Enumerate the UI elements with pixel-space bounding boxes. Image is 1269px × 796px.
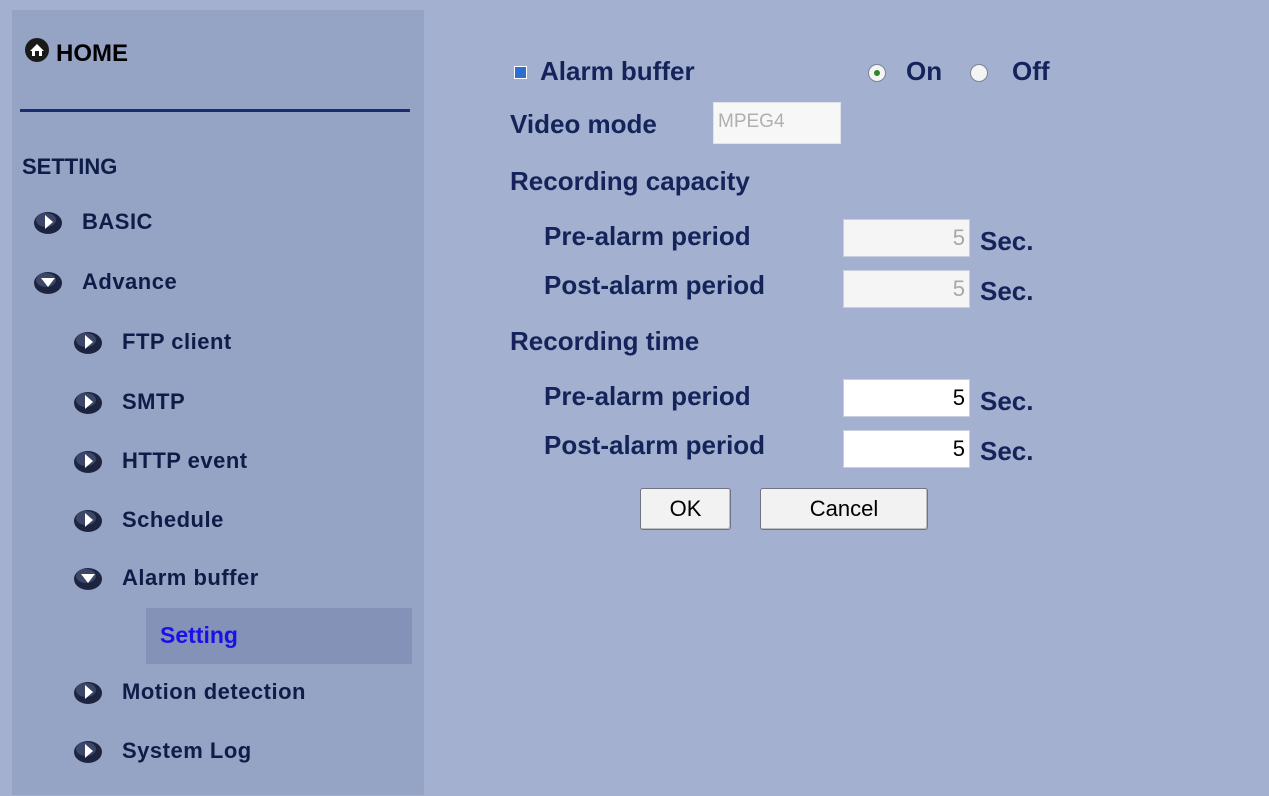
home-link[interactable]: HOME	[24, 34, 128, 74]
sidebar-item-advance[interactable]: Advance	[32, 268, 177, 296]
square-bullet-icon	[514, 66, 527, 79]
alarm-off-label: Off	[1012, 56, 1050, 86]
arrow-right-icon	[74, 332, 102, 354]
sidebar-item-label: Advance	[82, 269, 178, 294]
capacity-pre-alarm-input[interactable]	[843, 219, 970, 257]
sidebar-item-label: Schedule	[122, 507, 224, 532]
time-post-unit: Sec.	[980, 436, 1034, 466]
time-post-alarm-label: Post-alarm period	[544, 430, 766, 460]
home-label: HOME	[56, 40, 128, 67]
time-pre-unit: Sec.	[980, 386, 1034, 416]
recording-time-heading: Recording time	[510, 326, 700, 356]
arrow-right-icon	[74, 741, 102, 763]
sidebar-item-label: Alarm buffer	[122, 565, 259, 590]
video-mode-value: MPEG4	[713, 102, 841, 144]
arrow-down-icon	[34, 272, 62, 294]
sidebar-item-label: BASIC	[82, 209, 153, 234]
video-mode-label: Video mode	[510, 109, 657, 139]
recording-capacity-heading: Recording capacity	[510, 166, 750, 196]
sidebar-subitem-setting[interactable]: Setting	[146, 608, 412, 664]
sidebar-item-ftp-client[interactable]: FTP client	[72, 328, 232, 356]
sidebar-item-basic[interactable]: BASIC	[32, 208, 153, 236]
sidebar-item-label: FTP client	[122, 329, 232, 354]
sidebar-item-alarm-buffer[interactable]: Alarm buffer	[72, 564, 259, 592]
sidebar-item-smtp[interactable]: SMTP	[72, 388, 185, 416]
setting-header: SETTING	[22, 154, 118, 179]
arrow-down-icon	[74, 568, 102, 590]
sidebar-item-label: HTTP event	[122, 448, 248, 473]
alarm-off-radio[interactable]	[970, 64, 988, 82]
sidebar-subitem-label: Setting	[160, 622, 238, 648]
capacity-pre-unit: Sec.	[980, 226, 1034, 256]
home-icon	[25, 38, 49, 62]
cancel-button[interactable]: Cancel	[760, 488, 928, 530]
sidebar-item-system-log[interactable]: System Log	[72, 737, 252, 765]
capacity-post-alarm-label: Post-alarm period	[544, 270, 766, 300]
time-pre-alarm-input[interactable]	[843, 379, 970, 417]
arrow-right-icon	[74, 682, 102, 704]
time-post-alarm-input[interactable]	[843, 430, 970, 468]
arrow-right-icon	[74, 451, 102, 473]
arrow-right-icon	[74, 392, 102, 414]
divider	[20, 109, 410, 112]
arrow-right-icon	[74, 510, 102, 532]
sidebar-item-label: System Log	[122, 738, 252, 763]
arrow-right-icon	[34, 212, 62, 234]
sidebar-item-http-event[interactable]: HTTP event	[72, 447, 248, 475]
ok-button[interactable]: OK	[640, 488, 731, 530]
alarm-buffer-label: Alarm buffer	[540, 56, 695, 86]
alarm-on-radio[interactable]	[868, 64, 886, 82]
sidebar-item-label: SMTP	[122, 389, 186, 414]
alarm-on-label: On	[906, 56, 943, 86]
sidebar-item-label: Motion detection	[122, 679, 306, 704]
capacity-post-alarm-input[interactable]	[843, 270, 970, 308]
capacity-post-unit: Sec.	[980, 276, 1034, 306]
sidebar-item-schedule[interactable]: Schedule	[72, 506, 224, 534]
time-pre-alarm-label: Pre-alarm period	[544, 381, 751, 411]
sidebar-item-motion-detection[interactable]: Motion detection	[72, 678, 306, 706]
capacity-pre-alarm-label: Pre-alarm period	[544, 221, 751, 251]
